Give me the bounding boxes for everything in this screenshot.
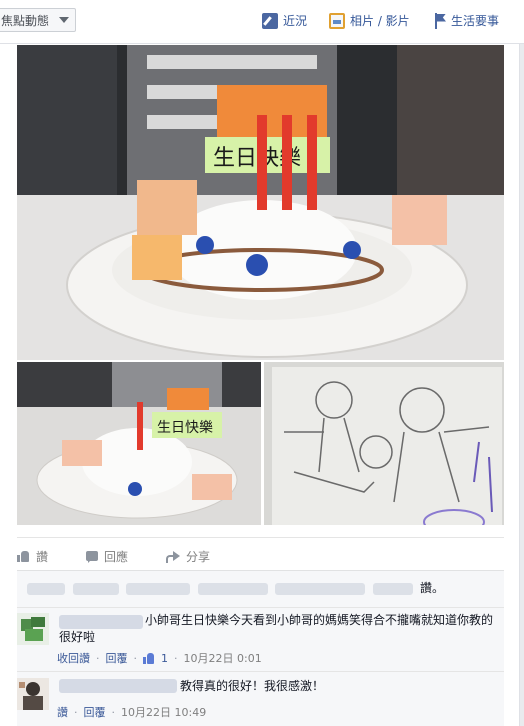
redacted-name (72, 583, 119, 595)
composer-bar: 焦點動態 近況 相片 / 影片 生活要事 (0, 0, 524, 44)
comment-icon (86, 551, 99, 563)
comments-section: 讚。 小帥哥生日快樂今天看到小帥哥的媽媽笑得合不攏嘴就知道你教的很好啦 收回讚 … (17, 570, 504, 726)
photo-label: 相片 / 影片 (350, 14, 410, 28)
comment-meta: 讚 · 回覆 · 10月22日 10:49 (57, 704, 207, 720)
comment-timestamp[interactable]: 10月22日 10:49 (121, 704, 206, 720)
comment-item: 教得真的很好！我很感激！ 讚 · 回覆 · 10月22日 10:49 (17, 671, 504, 723)
life-event-button[interactable]: 生活要事 (434, 12, 499, 29)
likes-summary[interactable]: 讚。 (27, 579, 497, 597)
like-label: 讚 (36, 549, 49, 564)
avatar[interactable] (17, 613, 49, 645)
status-update-button[interactable]: 近況 (262, 12, 307, 29)
photo-video-button[interactable]: 相片 / 影片 (329, 12, 410, 29)
post-photo-drawing[interactable] (264, 362, 504, 525)
flag-icon (434, 12, 446, 29)
likes-summary-tail: 讚。 (420, 581, 445, 595)
like-link[interactable]: 讚 (57, 704, 68, 720)
comment-like-count[interactable]: 1 (161, 652, 168, 665)
thumbs-up-icon (143, 652, 155, 664)
redacted-name (372, 583, 413, 595)
comment-meta: 收回讚 · 回覆 · 1 · 10月22日 0:01 (57, 650, 262, 666)
reply-link[interactable]: 回覆 (84, 704, 106, 720)
news-feed-sort-dropdown[interactable]: 焦點動態 (0, 8, 76, 32)
status-label: 近況 (283, 14, 308, 28)
post-photo-main[interactable]: 生日快樂 (17, 45, 504, 360)
share-button[interactable]: 分享 (166, 548, 210, 565)
redacted-name (126, 583, 190, 595)
post-card: 生日快樂 生日快樂 (0, 44, 520, 726)
life-event-label: 生活要事 (451, 14, 500, 28)
redacted-name (275, 583, 365, 595)
comment-label: 回應 (104, 549, 129, 564)
redacted-name (27, 583, 65, 595)
photo-icon (329, 12, 345, 29)
comment-timestamp[interactable]: 10月22日 0:01 (184, 650, 262, 666)
post-photo-cake-small[interactable]: 生日快樂 (17, 362, 261, 525)
thumbs-up-icon (17, 550, 30, 562)
pencil-icon (262, 12, 278, 29)
redacted-name (197, 583, 268, 595)
small-cake-sign-text: 生日快樂 (157, 419, 213, 436)
comment-item: 小帥哥生日快樂今天看到小帥哥的媽媽笑得合不攏嘴就知道你教的很好啦 收回讚 · 回… (17, 607, 504, 671)
share-label: 分享 (186, 549, 211, 564)
share-icon (166, 550, 181, 563)
sort-label: 焦點動態 (1, 13, 50, 28)
post-actions-bar: 讚 回應 分享 (17, 546, 248, 566)
post-divider (17, 537, 504, 538)
comment-text: 教得真的很好！我很感激！ (180, 679, 325, 693)
reply-link[interactable]: 回覆 (106, 650, 128, 666)
comment-text: 小帥哥生日快樂今天看到小帥哥的媽媽笑得合不攏嘴就知道你教的很好啦 (59, 613, 494, 644)
unlike-link[interactable]: 收回讚 (57, 650, 90, 666)
caret-down-icon (59, 17, 69, 23)
redacted-commenter-name[interactable] (59, 679, 177, 693)
avatar[interactable] (17, 678, 49, 710)
like-button[interactable]: 讚 (17, 548, 48, 565)
comment-button[interactable]: 回應 (86, 548, 128, 565)
